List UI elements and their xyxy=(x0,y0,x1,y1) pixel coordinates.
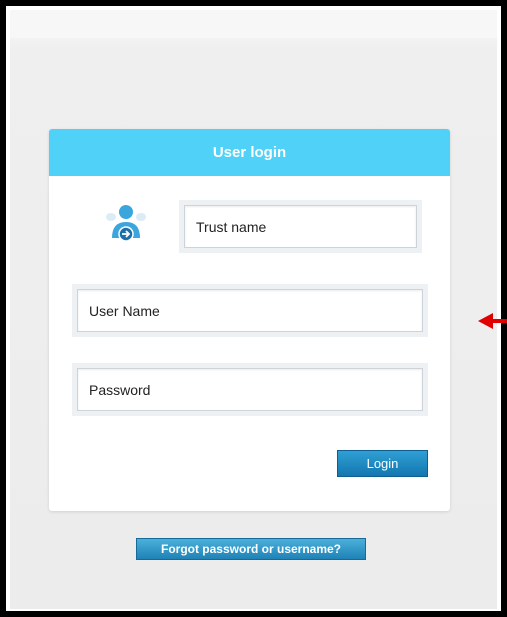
trust-name-input[interactable] xyxy=(184,205,417,248)
card-title: User login xyxy=(212,144,287,161)
forgot-password-label: Forgot password or username? xyxy=(160,542,342,556)
password-wrapper xyxy=(72,363,428,416)
username-input[interactable] xyxy=(77,289,423,332)
forgot-password-button[interactable]: Forgot password or username? xyxy=(136,538,366,560)
trust-name-wrapper xyxy=(179,200,422,253)
login-button[interactable]: Login xyxy=(337,450,428,477)
password-input[interactable] xyxy=(77,368,423,411)
top-band xyxy=(10,10,497,38)
red-arrow-icon xyxy=(478,313,507,329)
user-login-icon xyxy=(106,205,146,242)
card-header: User login xyxy=(49,129,450,176)
login-button-label: Login xyxy=(366,456,399,471)
username-wrapper xyxy=(72,284,428,337)
